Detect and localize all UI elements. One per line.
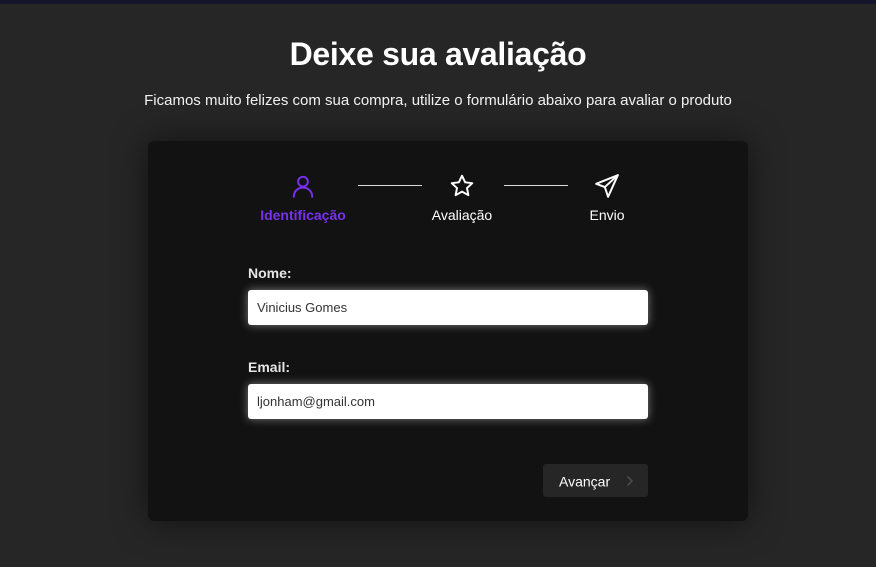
star-icon — [450, 174, 474, 197]
name-input[interactable] — [248, 290, 648, 325]
page-title: Deixe sua avaliação — [289, 36, 587, 72]
step-identificacao[interactable]: Identificação — [238, 171, 368, 223]
step-label: Avaliação — [431, 207, 493, 223]
email-input[interactable] — [248, 384, 648, 419]
top-bar — [0, 0, 876, 4]
step-avaliacao[interactable]: Avaliação — [397, 171, 527, 223]
step-envio[interactable]: Envio — [542, 171, 672, 223]
send-icon — [595, 174, 619, 198]
step-label: Envio — [589, 207, 625, 223]
next-button-label: Avançar — [559, 473, 611, 490]
email-label: Email: — [248, 359, 291, 375]
page-subtitle: Ficamos muito felizes com sua compra, ut… — [144, 92, 732, 109]
name-label: Nome: — [248, 265, 292, 281]
review-form-card: Identificação Avaliação Envio Nome: Emai… — [148, 141, 748, 521]
next-button[interactable]: Avançar — [543, 464, 648, 497]
step-label: Identificação — [260, 207, 346, 223]
chevron-right-icon — [627, 476, 633, 486]
user-icon — [292, 175, 314, 198]
